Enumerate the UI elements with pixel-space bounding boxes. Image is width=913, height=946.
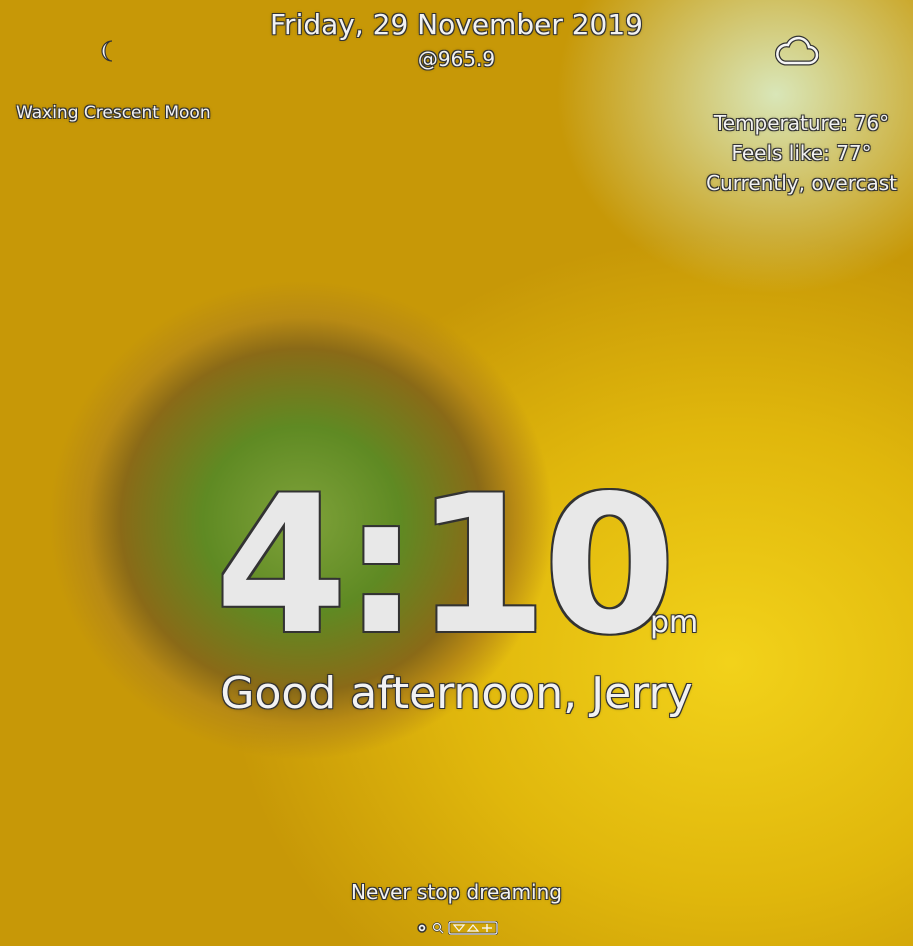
feels-like-text: Feels like: 77°: [731, 141, 872, 165]
crescent-moon-icon: [101, 40, 113, 62]
weather-panel: Temperature: 76° Feels like: 77° Current…: [706, 108, 897, 198]
bottom-toolbar: [416, 921, 498, 935]
quote-text[interactable]: Never stop dreaming: [0, 880, 913, 904]
dot-icon[interactable]: [416, 922, 428, 934]
moon-phase-label: Waxing Crescent Moon: [16, 103, 211, 123]
toolbar-icon[interactable]: [448, 921, 498, 935]
search-icon[interactable]: [432, 922, 444, 934]
condition-text: Currently, overcast: [706, 171, 897, 195]
clock-time: 4:10: [215, 455, 676, 676]
clock-ampm: pm: [650, 605, 699, 640]
cloud-icon[interactable]: [775, 33, 819, 67]
temperature-text: Temperature: 76°: [713, 111, 890, 135]
greeting-text: Good afternoon, Jerry: [220, 668, 693, 719]
